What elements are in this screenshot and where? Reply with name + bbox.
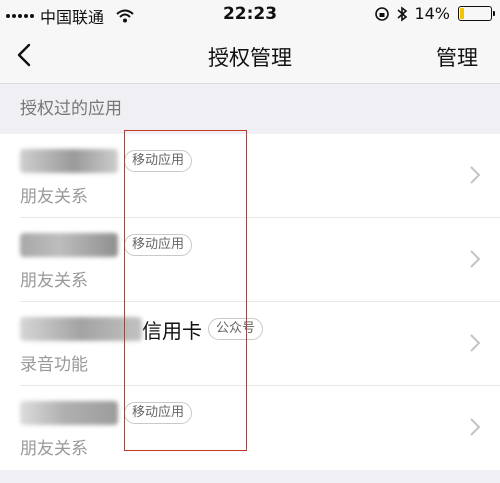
page-title: 授权管理 <box>208 46 292 70</box>
permission-label: 朋友关系 <box>20 187 88 207</box>
app-name-line: 移动应用 <box>20 400 193 426</box>
manage-button[interactable]: 管理 <box>436 42 478 72</box>
app-type-badge: 移动应用 <box>124 234 193 256</box>
app-name-line: 移动应用 <box>20 148 193 174</box>
battery-fill <box>460 8 464 19</box>
app-name-redacted <box>20 317 142 341</box>
app-type-badge: 移动应用 <box>124 402 193 424</box>
list-item[interactable]: 移动应用 朋友关系 <box>20 386 500 470</box>
permission-label: 录音功能 <box>20 355 88 375</box>
battery-icon <box>458 6 495 21</box>
permission-label: 朋友关系 <box>20 439 88 459</box>
chevron-right-icon <box>470 166 481 184</box>
back-chevron-icon[interactable] <box>10 40 40 70</box>
app-name-redacted <box>20 233 118 257</box>
list-item[interactable]: 移动应用 朋友关系 <box>20 218 500 302</box>
status-right: 14% <box>374 4 495 23</box>
chevron-right-icon <box>470 334 481 352</box>
chevron-right-icon <box>470 418 481 436</box>
app-type-badge: 移动应用 <box>124 150 193 172</box>
bluetooth-icon <box>397 5 408 22</box>
app-name-redacted <box>20 401 118 425</box>
app-name-redacted <box>20 149 118 173</box>
status-bar: 中国联通 22:23 14% <box>0 0 500 28</box>
nav-bar: 授权管理 管理 <box>0 28 500 84</box>
rotation-lock-icon <box>375 6 390 21</box>
app-type-badge: 公众号 <box>208 318 264 340</box>
app-name-line: 移动应用 <box>20 232 193 258</box>
app-name-line: 信用卡 公众号 <box>20 316 264 343</box>
list-item[interactable]: 信用卡 公众号 录音功能 <box>20 302 500 386</box>
app-name-tail: 信用卡 <box>142 318 202 343</box>
chevron-right-icon <box>470 250 481 268</box>
permission-label: 朋友关系 <box>20 271 88 291</box>
authorized-apps-list: 移动应用 朋友关系 移动应用 朋友关系 信用卡 公众号 录音功能 移动应用 朋友… <box>0 134 500 470</box>
list-item[interactable]: 移动应用 朋友关系 <box>20 134 500 218</box>
section-header: 授权过的应用 <box>20 99 122 119</box>
battery-percent: 14% <box>414 4 450 23</box>
